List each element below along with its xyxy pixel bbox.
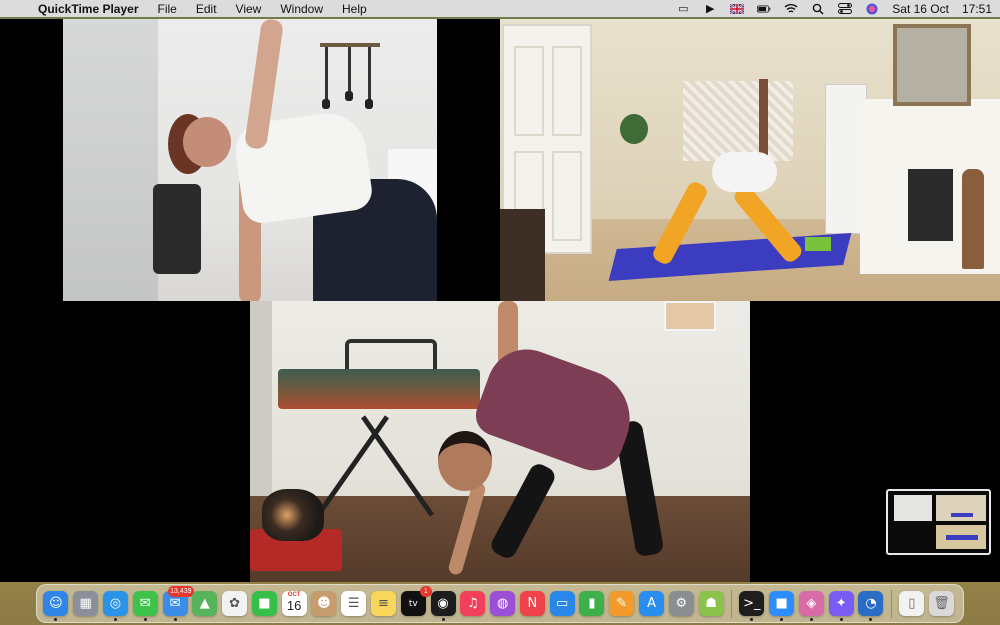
wifi-icon[interactable] (784, 3, 798, 14)
mail-glyph: ✉ (169, 596, 181, 611)
dock-apple-tv-icon[interactable]: tv 1 (400, 586, 432, 616)
dock-messenger-icon[interactable]: ✦ (828, 591, 854, 621)
dock-quicktime-icon[interactable]: ◉ (430, 591, 456, 621)
calendar-day-label: 16 (286, 598, 302, 613)
photos-glyph: ✿ (229, 596, 241, 611)
messages-glyph: ✉ (139, 596, 151, 611)
running-indicator (839, 618, 843, 621)
terminal-glyph: >_ (743, 596, 761, 611)
menu-clock-date[interactable]: Sat 16 Oct (892, 2, 949, 16)
menu-app-name[interactable]: QuickTime Player (38, 2, 139, 16)
quicktime-glyph: ◉ (437, 596, 449, 611)
running-indicator (173, 618, 177, 621)
menu-window[interactable]: Window (280, 2, 323, 16)
pages-glyph: ✎ (616, 596, 628, 611)
dock-divider (890, 589, 892, 618)
dock-facetime-icon[interactable]: ■ (251, 591, 277, 616)
dock-reminders-icon[interactable]: ☰ (341, 591, 367, 616)
zoom-glyph: ■ (775, 596, 788, 611)
music-glyph: ♫ (467, 596, 479, 611)
facetime-glyph: ■ (258, 596, 271, 611)
menu-edit[interactable]: Edit (196, 2, 217, 16)
dock-music-icon[interactable]: ♫ (460, 591, 486, 616)
dock-terminal-icon[interactable]: >_ (739, 591, 765, 621)
menu-file[interactable]: File (158, 2, 177, 16)
document-glyph: ▯ (908, 596, 916, 611)
menu-view[interactable]: View (236, 2, 262, 16)
dock-divider (730, 589, 732, 618)
running-indicator (780, 618, 784, 621)
dock: ☺ ▦ ◎ ✉ ✉ 13,439 ▲ ✿ ■ OCT 16 ☻ ☰ ≡ tv 1 ◉ ♫ ◍ N ▭ ▮ ✎ A ⚙ ☗ >_ ■ ◈ ✦… (36, 584, 964, 623)
running-indicator (113, 618, 117, 621)
search-icon[interactable] (811, 3, 825, 15)
quicktime-video-window[interactable] (0, 19, 1000, 582)
maps-glyph: ▲ (199, 596, 210, 611)
dock-mail-icon[interactable]: ✉ 13,439 (162, 586, 194, 621)
screen-mirroring-icon[interactable]: ▭ (676, 3, 690, 15)
dock-android-file-transfer-icon[interactable]: ☗ (698, 591, 724, 616)
video-tile-top-left (63, 19, 437, 301)
trash-glyph: 🗑 (933, 596, 950, 611)
launchpad-glyph: ▦ (79, 596, 92, 611)
messenger-glyph: ✦ (835, 596, 847, 611)
dock-podcasts-icon[interactable]: ◍ (490, 591, 516, 616)
reminders-glyph: ☰ (347, 596, 360, 611)
dock-system-preferences-icon[interactable]: ⚙ (668, 591, 694, 616)
menu-bar: QuickTime Player File Edit View Window H… (0, 0, 1000, 17)
dock-quicktime-preview-icon[interactable]: ◔ (858, 591, 884, 621)
numbers-glyph: ▮ (588, 596, 596, 611)
dock-numbers-icon[interactable]: ▮ (579, 591, 605, 616)
running-indicator (143, 618, 147, 621)
control-center-icon[interactable] (838, 3, 853, 14)
screenshot-glyph: ◈ (806, 596, 817, 611)
mail-unread-badge: 13,439 (168, 586, 194, 597)
dock-news-icon[interactable]: N (519, 591, 545, 616)
contacts-glyph: ☻ (317, 596, 331, 611)
video-tile-bottom-center (250, 301, 750, 582)
notes-glyph: ≡ (378, 596, 389, 611)
running-indicator (441, 618, 445, 621)
status-area: ▭ ▶ Sat 16 Oct 17:51 (676, 2, 992, 16)
picture-in-picture-preview[interactable] (886, 489, 991, 555)
running-indicator (869, 618, 873, 621)
running-indicator (54, 618, 58, 621)
apple-tv-label: tv (408, 598, 418, 609)
dock-safari-icon[interactable]: ◎ (102, 591, 128, 621)
dock-screenshot-icon[interactable]: ◈ (798, 591, 824, 621)
keynote-glyph: ▭ (556, 596, 569, 611)
dock-launchpad-icon[interactable]: ▦ (73, 591, 99, 616)
system-preferences-glyph: ⚙ (675, 596, 688, 611)
dock-keynote-icon[interactable]: ▭ (549, 591, 575, 616)
dock-photos-icon[interactable]: ✿ (222, 591, 248, 616)
dock-notes-icon[interactable]: ≡ (370, 591, 396, 616)
video-tile-top-right (500, 19, 1000, 301)
menu-clock-time[interactable]: 17:51 (962, 2, 992, 16)
dock-calendar-icon[interactable]: OCT 16 (281, 591, 307, 616)
menu-help[interactable]: Help (342, 2, 367, 16)
dock-contacts-icon[interactable]: ☻ (311, 591, 337, 616)
tv-badge: 1 (419, 586, 432, 597)
dock-zoom-icon[interactable]: ■ (769, 591, 795, 621)
app-store-glyph: A (647, 596, 656, 611)
dock-maps-icon[interactable]: ▲ (192, 591, 218, 616)
running-indicator (750, 618, 754, 621)
dock-finder-icon[interactable]: ☺ (43, 591, 69, 621)
dock-messages-icon[interactable]: ✉ (132, 591, 158, 621)
battery-icon[interactable] (757, 3, 771, 14)
quicktime-preview-glyph: ◔ (865, 596, 877, 611)
dock-document-icon[interactable]: ▯ (899, 591, 925, 616)
siri-icon[interactable] (865, 3, 879, 14)
news-glyph: N (527, 596, 538, 611)
uk-flag-icon[interactable] (730, 3, 745, 14)
android-file-transfer-glyph: ☗ (705, 596, 717, 611)
dock-trash-icon[interactable]: 🗑 (929, 591, 955, 616)
safari-glyph: ◎ (109, 596, 122, 611)
play-icon[interactable]: ▶ (703, 3, 717, 15)
dock-pages-icon[interactable]: ✎ (609, 591, 635, 616)
dock-app-store-icon[interactable]: A (639, 591, 665, 616)
podcasts-glyph: ◍ (496, 596, 509, 611)
finder-glyph: ☺ (49, 596, 63, 611)
running-indicator (809, 618, 813, 621)
